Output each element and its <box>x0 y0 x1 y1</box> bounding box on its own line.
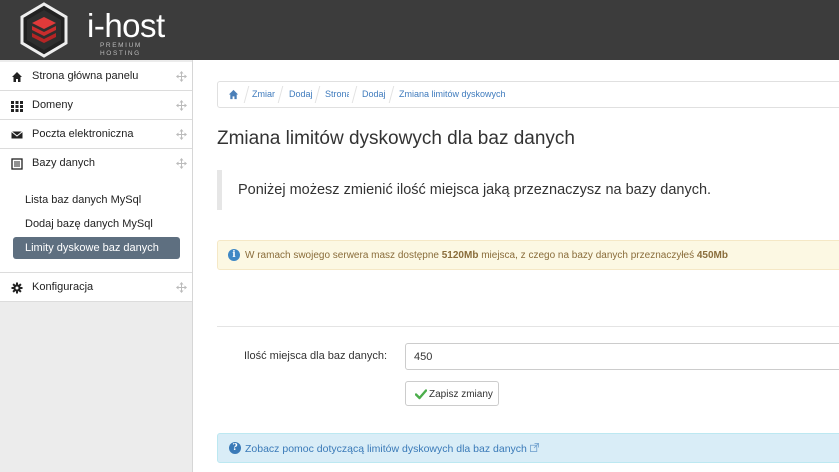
sidebar-item-label: Konfiguracja <box>32 281 94 293</box>
help-box: ? Zobacz pomoc dotyczącą limitów dyskowy… <box>217 433 839 463</box>
home-icon <box>12 72 22 82</box>
breadcrumb-separator <box>314 86 321 103</box>
sidebar-item-label: Strona główna panelu <box>32 70 139 82</box>
lead-text: Poniżej możesz zmienić ilość miejsca jak… <box>238 182 712 198</box>
help-link[interactable]: Zobacz pomoc dotyczącą limitów dyskowych… <box>245 443 539 455</box>
page-title: Zmiana limitów dyskowych dla baz danych <box>217 128 575 149</box>
breadcrumb-item[interactable]: Strona <box>325 89 349 100</box>
sidebar: Strona główna panelu Domeny Poczta elekt… <box>0 60 193 472</box>
envelope-icon <box>11 131 23 139</box>
save-button-label: Zapisz zmiany <box>429 389 493 400</box>
move-handle-icon[interactable] <box>176 100 187 111</box>
submenu-item-mysql-list[interactable]: Lista baz danych MySql <box>13 189 180 211</box>
main-content: Zmiar Dodaj Strona Dodaj Zmiana limitów … <box>194 60 839 472</box>
move-handle-icon[interactable] <box>176 71 187 82</box>
breadcrumb-current[interactable]: Zmiana limitów dyskowych <box>399 89 506 100</box>
breadcrumb-separator <box>351 86 358 103</box>
grid-icon <box>11 101 23 112</box>
sidebar-item-label: Domeny <box>32 99 73 111</box>
lead-blockquote: Poniżej możesz zmienić ilość miejsca jak… <box>217 170 839 210</box>
sidebar-item-domains[interactable]: Domeny <box>0 91 192 120</box>
quota-notice: i W ramach swojego serwera masz dostępne… <box>217 240 839 270</box>
sidebar-item-configuration[interactable]: Konfiguracja <box>0 273 192 302</box>
submenu-item-disk-limits[interactable]: Limity dyskowe baz danych <box>13 237 180 259</box>
checkmark-icon <box>415 389 427 400</box>
sidebar-item-label: Poczta elektroniczna <box>32 128 134 140</box>
breadcrumb-item[interactable]: Dodaj <box>289 89 312 100</box>
breadcrumb-separator <box>277 86 284 103</box>
breadcrumb: Zmiar Dodaj Strona Dodaj Zmiana limitów … <box>217 81 839 108</box>
databases-submenu: Lista baz danych MySql Dodaj bazę danych… <box>0 177 192 273</box>
sidebar-item-label: Bazy danych <box>32 157 95 169</box>
db-space-input[interactable] <box>405 343 839 370</box>
sidebar-item-databases[interactable]: Bazy danych <box>0 149 192 178</box>
move-handle-icon[interactable] <box>176 129 187 140</box>
logo-name: i-host <box>87 7 165 44</box>
gear-icon <box>11 282 23 294</box>
logo-tagline: PREMIUM HOSTING <box>100 42 142 57</box>
move-handle-icon[interactable] <box>176 282 187 293</box>
db-space-label: Ilość miejsca dla baz danych: <box>244 350 388 362</box>
form-divider <box>217 326 839 327</box>
breadcrumb-separator <box>388 86 395 103</box>
sidebar-item-email[interactable]: Poczta elektroniczna <box>0 120 192 149</box>
save-button[interactable]: Zapisz zmiany <box>405 381 499 406</box>
quota-total: 5120Mb <box>441 250 479 261</box>
logo-mark-icon <box>20 2 68 58</box>
sidebar-item-home[interactable]: Strona główna panelu <box>0 62 192 91</box>
quota-used: 450Mb <box>696 250 728 261</box>
top-header: i-host PREMIUM HOSTING <box>0 0 839 60</box>
help-icon: ? <box>229 442 241 454</box>
breadcrumb-item[interactable]: Zmiar <box>252 89 275 100</box>
move-handle-icon[interactable] <box>176 158 187 169</box>
breadcrumb-separator <box>243 86 250 103</box>
external-link-icon <box>529 443 539 452</box>
quota-notice-text: W ramach swojego serwera masz dostępne 5… <box>245 250 728 261</box>
logo[interactable]: i-host PREMIUM HOSTING <box>15 2 175 58</box>
info-icon: i <box>228 249 240 261</box>
submenu-item-add-mysql[interactable]: Dodaj bazę danych MySql <box>13 213 180 235</box>
list-icon <box>11 158 23 170</box>
home-icon[interactable] <box>228 89 239 100</box>
breadcrumb-item[interactable]: Dodaj <box>362 89 386 100</box>
